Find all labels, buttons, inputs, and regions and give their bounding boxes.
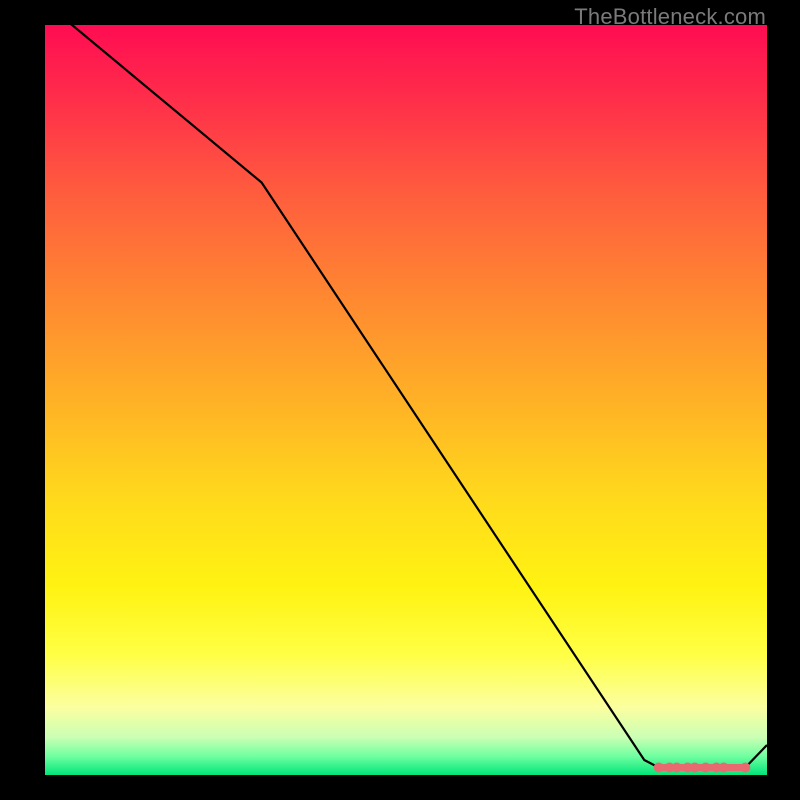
chart-overlay <box>45 25 767 775</box>
bottleneck-curve <box>45 3 767 768</box>
marker-point <box>654 763 664 773</box>
watermark-text: TheBottleneck.com <box>574 4 766 30</box>
marker-point <box>690 763 700 773</box>
line-series <box>45 3 767 768</box>
marker-point <box>672 763 682 773</box>
chart-frame: TheBottleneck.com <box>0 0 800 800</box>
marker-series <box>654 763 751 773</box>
marker-point <box>719 763 729 773</box>
marker-point <box>740 763 750 773</box>
marker-point <box>701 763 711 773</box>
